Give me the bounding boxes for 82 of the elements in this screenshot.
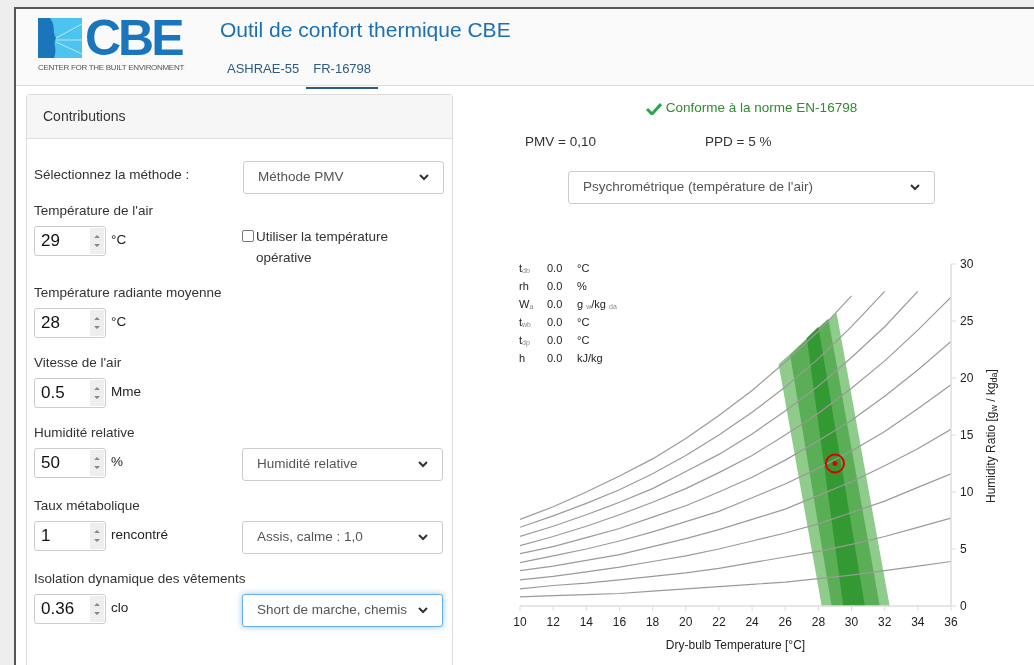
spinner-icon[interactable]	[90, 596, 104, 622]
axis-tick-label: 32	[878, 614, 892, 629]
axis-tick-label: 0	[960, 598, 967, 613]
chevron-down-icon	[418, 534, 428, 541]
spinner-icon[interactable]	[90, 450, 104, 476]
axis-tick-label: 30	[960, 256, 974, 271]
axis-tick-label: 12	[546, 614, 560, 629]
readout-unit: %	[577, 278, 588, 294]
chevron-down-icon	[418, 607, 428, 614]
field-label: Sélectionnez la méthode :	[34, 166, 190, 184]
x-axis-title: Dry-bulb Temperature [°C]	[665, 637, 806, 652]
readout-unit: °C	[577, 332, 591, 348]
readout-value: 0.0	[547, 296, 564, 312]
unit-label: Mme	[111, 383, 142, 401]
chevron-down-icon	[910, 183, 920, 191]
standard-tab[interactable]: ASHRAE-55	[220, 57, 307, 89]
field-label: Température de l'air	[34, 203, 153, 218]
axis-tick-label: 14	[579, 614, 593, 629]
axis-tick-label: 26	[778, 614, 792, 629]
unit-label: °C	[111, 231, 128, 249]
unit-label: °C	[111, 313, 128, 331]
ppd-value: PPD = 5 %	[705, 133, 772, 152]
readout-value: 0.0	[547, 314, 564, 330]
readout-symbol: W$_{a}$	[519, 296, 535, 312]
operating-point-marker	[824, 453, 845, 473]
spinner-icon[interactable]	[90, 228, 104, 254]
readout-value: 0.0	[547, 278, 564, 294]
axis-tick-label: 24	[745, 614, 759, 629]
field-label: Taux métabolique	[34, 498, 140, 513]
axis-tick-label: 28	[811, 614, 826, 629]
unit-label: %	[111, 453, 124, 471]
standard-tab[interactable]: FR-16798	[306, 57, 379, 89]
readout-value: 0.0	[547, 350, 564, 366]
axis-tick-label: 30	[844, 614, 859, 629]
card-title: Contributions	[43, 107, 126, 126]
axis-tick-label: 25	[960, 313, 974, 328]
readout-symbol: h	[519, 350, 527, 366]
chevron-down-icon	[419, 174, 429, 181]
readout-symbol: rh	[519, 278, 530, 294]
field-label: Humidité relative	[34, 425, 135, 440]
axis-tick-label: 5	[960, 541, 967, 556]
app-title: Outil de confort thermique CBE	[220, 17, 511, 43]
logo-subtitle: CENTER FOR THE BUILT ENVIRONMENT	[38, 62, 185, 74]
axis-tick-label: 20	[679, 614, 693, 629]
readout-symbol: t$_{wb}$	[519, 314, 532, 330]
axis-tick-label: 36	[944, 614, 958, 629]
spinner-icon[interactable]	[90, 523, 104, 549]
readout-unit: °C	[577, 260, 591, 276]
axis-tick-label: 18	[645, 614, 660, 629]
dropdown-select[interactable]: Short de marche, chemis	[242, 594, 443, 627]
readout-value: 0.0	[547, 332, 564, 348]
axis-tick-label: 10	[960, 484, 974, 499]
compliance-status: Conforme à la norme EN-16798	[665, 99, 858, 117]
checkbox-label: Utiliser la température opérative	[256, 228, 390, 267]
dropdown-select[interactable]: Psychrométrique (température de l'air)	[568, 170, 935, 204]
axis-tick-label: 15	[960, 427, 974, 442]
axis-tick-label: 20	[960, 370, 974, 385]
dropdown-select[interactable]: Assis, calme : 1,0	[242, 521, 443, 554]
logo-text: CBE	[85, 18, 182, 58]
field-label: Isolation dynamique des vêtements	[34, 571, 246, 586]
readout-value: 0.0	[547, 260, 564, 276]
field-label: Vitesse de l'air	[34, 355, 122, 370]
readout-unit: kJ/kg	[577, 350, 604, 366]
pmv-value: PMV = 0,10	[525, 133, 597, 152]
dropdown-select[interactable]: Méthode PMV	[243, 161, 444, 194]
axis-tick-label: 34	[911, 614, 925, 629]
readout-unit: °C	[577, 314, 591, 330]
readout-unit: g $_{w}$/kg $_{da}$	[577, 296, 617, 312]
axis-tick-label: 10	[513, 614, 527, 629]
checkbox[interactable]	[242, 230, 254, 242]
axis-tick-label: 16	[612, 614, 627, 629]
dropdown-select[interactable]: Humidité relative	[242, 448, 443, 481]
unit-label: clo	[111, 599, 130, 617]
chevron-down-icon	[418, 461, 428, 468]
axis-tick-label: 22	[712, 614, 726, 629]
field-label: Température radiante moyenne	[34, 285, 222, 300]
readout-symbol: t$_{dp}$	[519, 332, 531, 348]
unit-label: rencontré	[111, 526, 170, 544]
spinner-icon[interactable]	[90, 380, 104, 406]
spinner-icon[interactable]	[90, 310, 104, 336]
readout-symbol: t$_{db}$	[519, 260, 531, 276]
logo-mark-icon	[38, 18, 82, 58]
